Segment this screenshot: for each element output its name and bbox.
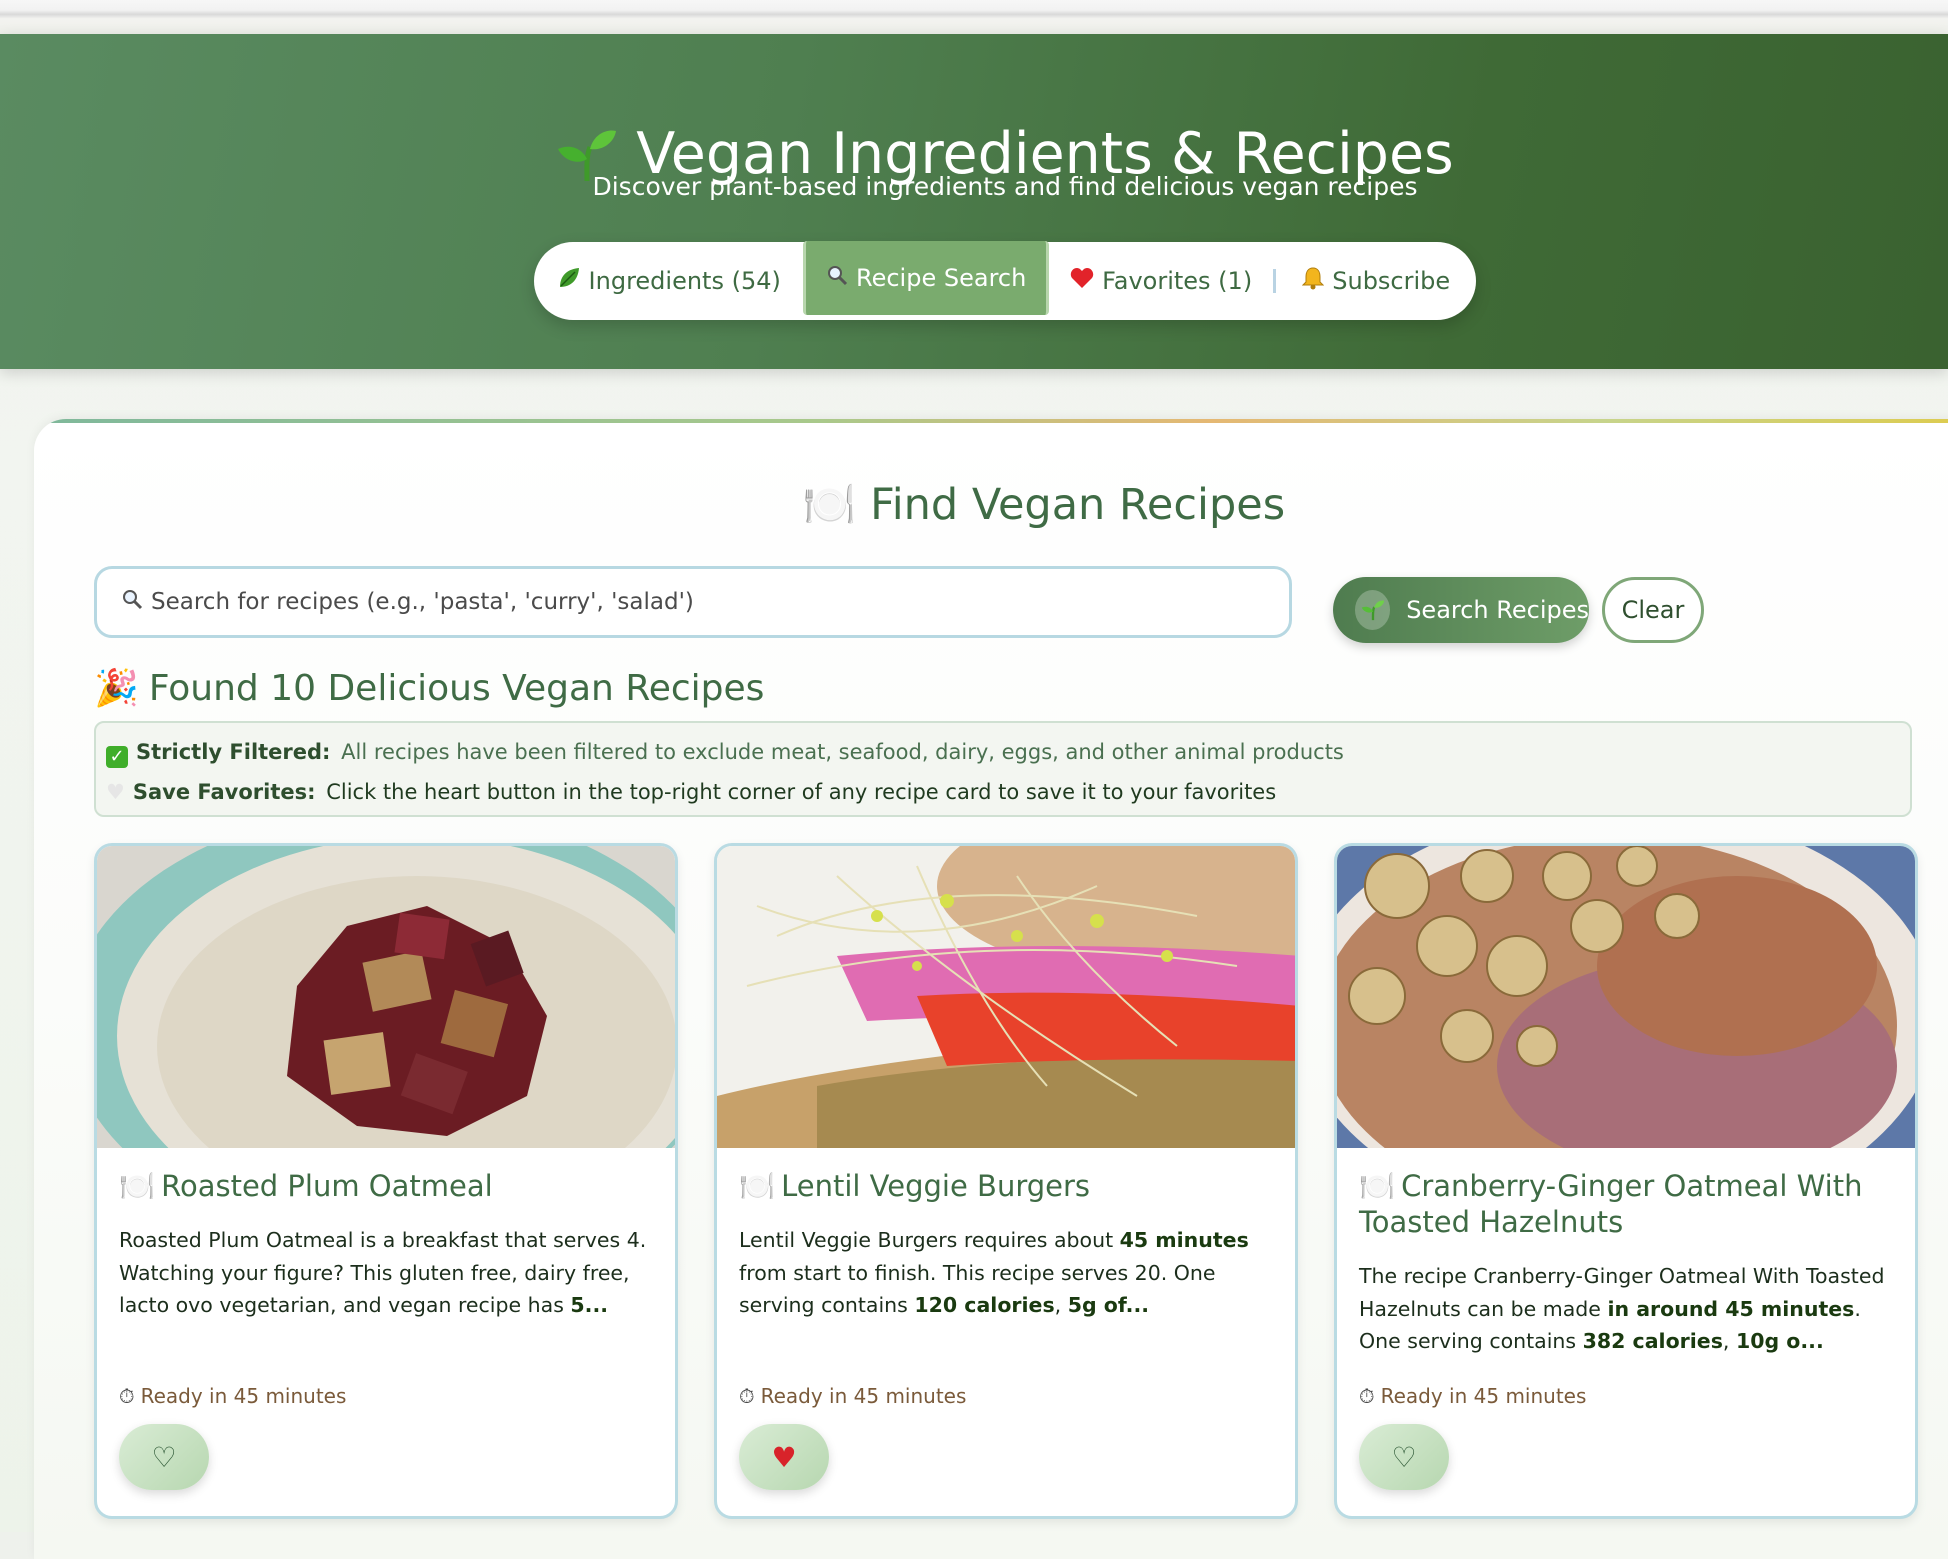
check-icon: ✓ <box>106 746 128 768</box>
recipe-name[interactable]: 🍽️ Lentil Veggie Burgers <box>739 1168 1279 1204</box>
ready-time: ⏱ Ready in 45 minutes <box>739 1384 966 1408</box>
tab-favorites-label: Favorites (1) <box>1102 267 1253 295</box>
tab-subscribe[interactable]: Subscribe <box>1276 242 1476 320</box>
clear-button[interactable]: Clear <box>1602 577 1704 643</box>
notice-filtered-text: All recipes have been filtered to exclud… <box>341 740 1344 764</box>
tab-recipe-search[interactable]: Recipe Search <box>803 241 1049 315</box>
site-header: Vegan Ingredients & Recipes Discover pla… <box>0 34 1948 369</box>
notice-filtered: ✓ Strictly Filtered: All recipes have bee… <box>106 737 1344 768</box>
main-nav: Ingredients (54) Recipe Search Favorites… <box>534 241 1476 320</box>
notice-favorites-label: Save Favorites: <box>132 780 316 804</box>
tab-subscribe-label: Subscribe <box>1332 267 1451 295</box>
panel-accent-line <box>34 419 1948 423</box>
desc-text: Lentil Veggie Burgers requires about <box>739 1228 1120 1252</box>
notice-favorites-text: Click the heart button in the top-right … <box>326 780 1277 804</box>
recipe-name[interactable]: 🍽️ Roasted Plum Oatmeal <box>119 1168 659 1204</box>
tab-ingredients-label: Ingredients (54) <box>588 267 781 295</box>
info-notice: ✓ Strictly Filtered: All recipes have bee… <box>94 721 1912 817</box>
desc-bold: 5g of... <box>1067 1293 1150 1317</box>
stopwatch-icon: ⏱ <box>739 1384 755 1408</box>
ready-time: ⏱ Ready in 45 minutes <box>1359 1384 1586 1408</box>
notice-filtered-label: Strictly Filtered: <box>136 740 331 764</box>
recipe-image <box>717 846 1295 1148</box>
heart-outline-icon: ♡ <box>151 1440 177 1474</box>
tab-ingredients[interactable]: Ingredients (54) <box>534 242 803 320</box>
recipe-name-text: Cranberry-Ginger Oatmeal With Toasted Ha… <box>1359 1169 1863 1239</box>
search-input[interactable] <box>149 588 1253 616</box>
recipe-image <box>97 846 675 1148</box>
browser-top-strip <box>0 0 1948 34</box>
heart-filled-icon: ♥ <box>771 1440 797 1474</box>
section-title: 🍽️ Find Vegan Recipes <box>794 475 1294 535</box>
results-title-text: Found 10 Delicious Vegan Recipes <box>148 668 765 709</box>
tab-recipe-search-label: Recipe Search <box>856 264 1027 292</box>
stopwatch-icon: ⏱ <box>1359 1384 1375 1408</box>
plate-icon: 🍽️ <box>739 1169 776 1203</box>
party-popper-icon: 🎉 <box>94 668 139 709</box>
desc-bold: 45 minutes <box>1119 1228 1249 1252</box>
heart-icon <box>1070 267 1094 295</box>
bell-icon <box>1302 266 1325 296</box>
recipe-card[interactable]: 🍽️ Roasted Plum Oatmeal Roasted Plum Oatm… <box>94 843 678 1519</box>
recipe-card[interactable]: 🍽️ Lentil Veggie Burgers Lentil Veggie Bu… <box>714 843 1298 1519</box>
stopwatch-icon: ⏱ <box>119 1384 135 1408</box>
desc-bold: 10g o... <box>1735 1329 1824 1353</box>
search-recipes-button[interactable]: Search Recipes <box>1333 577 1589 643</box>
results-title: 🎉 Found 10 Delicious Vegan Recipes <box>94 664 764 714</box>
recipe-description: The recipe Cranberry-Ginger Oatmeal With… <box>1359 1260 1899 1358</box>
desc-text: , <box>1722 1329 1736 1353</box>
recipe-image <box>1337 846 1915 1148</box>
recipe-description: Lentil Veggie Burgers requires about 45 … <box>739 1224 1279 1322</box>
desc-text: Roasted Plum Oatmeal is a breakfast that… <box>119 1228 647 1317</box>
search-icon <box>121 588 143 616</box>
desc-bold: 382 calories <box>1582 1329 1723 1353</box>
recipe-name-text: Roasted Plum Oatmeal <box>161 1169 493 1203</box>
magnifier-icon <box>826 264 848 292</box>
plate-icon: 🍽️ <box>1359 1169 1396 1203</box>
ready-time-text: Ready in 45 minutes <box>760 1384 967 1408</box>
white-heart-icon: ♥ <box>106 780 125 804</box>
favorite-button[interactable]: ♡ <box>1359 1424 1449 1490</box>
favorite-button[interactable]: ♥ <box>739 1424 829 1490</box>
recipe-name-text: Lentil Veggie Burgers <box>781 1169 1091 1203</box>
desc-bold: 120 calories <box>914 1293 1055 1317</box>
page-subtitle: Discover plant-based ingredients and fin… <box>592 172 1418 201</box>
recipe-card[interactable]: 🍽️ Cranberry-Ginger Oatmeal With Toasted … <box>1334 843 1918 1519</box>
sprout-small-icon <box>1355 590 1391 630</box>
ready-time-text: Ready in 45 minutes <box>140 1384 347 1408</box>
plate-icon: 🍽️ <box>802 480 857 530</box>
search-recipes-label: Search Recipes <box>1406 596 1589 624</box>
search-box[interactable] <box>94 566 1292 638</box>
recipe-name[interactable]: 🍽️ Cranberry-Ginger Oatmeal With Toasted … <box>1359 1168 1899 1240</box>
desc-bold: in around 45 minutes <box>1607 1296 1855 1321</box>
tab-favorites[interactable]: Favorites (1) <box>1049 242 1274 320</box>
heart-outline-icon: ♡ <box>1391 1440 1417 1474</box>
section-title-text: Find Vegan Recipes <box>870 480 1286 530</box>
recipe-description: Roasted Plum Oatmeal is a breakfast that… <box>119 1224 659 1322</box>
ready-time-text: Ready in 45 minutes <box>1380 1384 1587 1408</box>
recipe-search-panel: 🍽️ Find Vegan Recipes Search Recipes Cle… <box>34 419 1948 1559</box>
notice-favorites: ♥ Save Favorites: Click the heart button … <box>106 777 1276 807</box>
desc-bold: 5... <box>570 1293 609 1317</box>
leaf-icon <box>557 266 581 296</box>
plate-icon: 🍽️ <box>119 1169 156 1203</box>
favorite-button[interactable]: ♡ <box>119 1424 209 1490</box>
desc-text: , <box>1054 1293 1068 1317</box>
ready-time: ⏱ Ready in 45 minutes <box>119 1384 346 1408</box>
